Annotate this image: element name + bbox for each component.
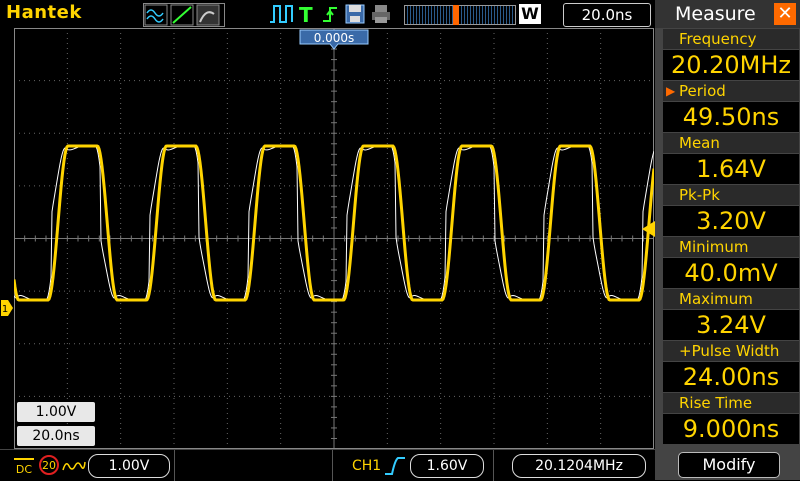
waveform-icon[interactable] xyxy=(144,4,224,26)
trigger-position-text: 0.000s xyxy=(314,31,355,45)
run-icon[interactable] xyxy=(268,3,296,25)
measure-label-pkpk[interactable]: Pk-Pk xyxy=(663,185,799,205)
measure-panel: Measure ✕ Frequency 20.20MHz ▶ Period 49… xyxy=(655,0,800,480)
waveform-icon-group[interactable] xyxy=(143,3,225,27)
save-icon[interactable] xyxy=(344,3,366,25)
trigger-position-marker[interactable]: 0.000s xyxy=(298,28,370,50)
brand-logo: Hantek xyxy=(4,2,110,24)
w-button[interactable]: W xyxy=(519,4,541,24)
measure-value-frequency: 20.20MHz xyxy=(663,50,799,80)
scope-graticule xyxy=(14,28,654,449)
frequency-readout: 20.1204MHz xyxy=(512,454,646,478)
measure-value-mean: 1.64V xyxy=(663,154,799,184)
bottom-status-bar: DC 20 1.00V CH1 1.60V 20.1204MHz xyxy=(0,449,655,481)
measure-value-pulse-width: 24.00ns xyxy=(663,362,799,392)
measure-value-maximum: 3.24V xyxy=(663,310,799,340)
memory-strip-icon[interactable] xyxy=(404,5,516,25)
rising-edge-icon xyxy=(385,457,405,475)
ch1-scale-readout: 1.00V xyxy=(88,454,170,478)
svg-text:20: 20 xyxy=(42,459,56,472)
trigger-level-marker-icon[interactable] xyxy=(640,220,656,238)
measure-label-period[interactable]: ▶ Period xyxy=(663,81,799,101)
svg-text:T: T xyxy=(299,3,313,25)
svg-text:1: 1 xyxy=(2,304,8,315)
print-icon[interactable] xyxy=(370,3,392,25)
measure-label-frequency[interactable]: Frequency xyxy=(663,29,799,49)
scope-screen xyxy=(14,28,654,449)
measure-label-rise-time[interactable]: Rise Time xyxy=(663,393,799,413)
bandwidth-limit-icon: 20 xyxy=(39,455,59,475)
measure-value-pkpk: 3.20V xyxy=(663,206,799,236)
invert-icon xyxy=(62,461,86,471)
trigger-t-icon[interactable]: T xyxy=(296,3,318,25)
measure-value-minimum: 40.0mV xyxy=(663,258,799,288)
volts-div-box: 1.00V xyxy=(17,402,95,422)
memory-position-marker xyxy=(453,5,459,25)
measure-label-pulse-width[interactable]: +Pulse Width xyxy=(663,341,799,361)
top-toolbar: Hantek T W 20.0ns xyxy=(0,0,655,28)
measure-value-rise-time: 9.000ns xyxy=(663,414,799,444)
measure-title: Measure xyxy=(675,3,756,25)
trigger-edge-icon xyxy=(323,7,337,22)
measure-label-minimum[interactable]: Minimum xyxy=(663,237,799,257)
coupling-dc-icon: DC xyxy=(14,458,34,476)
measure-panel-header: Measure ✕ xyxy=(655,0,800,28)
svg-text:DC: DC xyxy=(16,463,32,476)
channel1-marker-icon[interactable]: 1 xyxy=(0,299,14,317)
selected-arrow-icon: ▶ xyxy=(666,84,676,98)
measure-label-maximum[interactable]: Maximum xyxy=(663,289,799,309)
trigger-channel-label: CH1 xyxy=(352,458,382,474)
close-icon[interactable]: ✕ xyxy=(774,3,796,25)
timebase-display: 20.0ns xyxy=(563,3,651,27)
measure-label-mean[interactable]: Mean xyxy=(663,133,799,153)
modify-button[interactable]: Modify xyxy=(678,452,780,478)
trigger-level-readout: 1.60V xyxy=(410,454,484,478)
time-div-box: 20.0ns xyxy=(17,426,95,446)
measure-value-period: 49.50ns xyxy=(663,102,799,132)
